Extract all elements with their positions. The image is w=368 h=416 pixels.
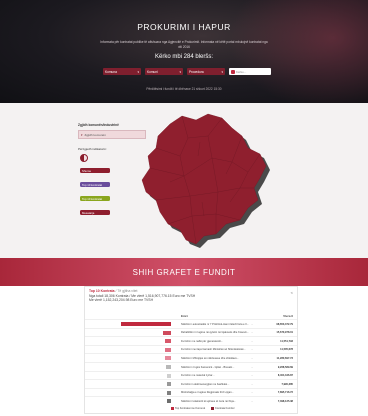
row-name: Mirëmbajtja e rrugëve Regjionale R-6 Lip… xyxy=(181,391,234,395)
row-value: 8,404,346.87 xyxy=(277,374,293,378)
hero-header: PROKURIMI I HAPUR Informata për kontrata… xyxy=(0,0,368,103)
row-value: 11,280,697.73 xyxy=(276,356,293,360)
card-value-line: Me vlerë 1,152,243,204.98 Euro me TVSH xyxy=(89,298,154,303)
row-bar xyxy=(166,373,171,378)
last-updated-text: Përditësimi i fundit i të dhënave 21 shk… xyxy=(146,87,222,91)
page: PROKURIMI I HAPUR Informata për kontrata… xyxy=(0,0,368,416)
filter-procedura-select[interactable]: Procedura ▾ xyxy=(187,68,225,75)
row-bar xyxy=(121,322,171,326)
indicator-button-top10-b[interactable]: Top 10 kontratat xyxy=(80,196,110,201)
row-name: Furnizim me naftë për gjeneratorët... xyxy=(181,339,223,343)
chevron-down-icon[interactable]: ⌄ xyxy=(251,340,253,343)
chevron-down-icon[interactable]: ⌄ xyxy=(251,331,253,334)
row-value: 7,895,716.72 xyxy=(277,391,293,395)
row-bar xyxy=(162,330,171,335)
row-value: 98,653,372.79 xyxy=(276,322,293,326)
top10-contracts-card: Top 10 Kontrata / Të gjitha vitet Nga to… xyxy=(84,286,298,414)
indicator-label: Përzgjedh indikatorin: xyxy=(78,147,107,151)
half-circle-icon xyxy=(80,154,88,162)
filter-komuna-select[interactable]: Komuna ▾ xyxy=(103,68,141,75)
card-title[interactable]: Top 10 Kontrata xyxy=(89,289,115,293)
row-value: 9,268,589.69 xyxy=(277,365,293,369)
card-header: Top 10 Kontrata / Të gjitha vitet Nga to… xyxy=(89,289,196,303)
row-name: Furnizim me material zyrtar... xyxy=(181,374,215,378)
row-name: Furnizimi i elektroenergjisë me bashkësi… xyxy=(181,382,230,386)
row-value: 7,990,385 xyxy=(281,382,293,386)
row-name: Ndërtimi i kolektorit të ujërave të zeza… xyxy=(181,399,236,403)
row-name: Ndërtimi i Mbrojtjes së ndërtesave dhe s… xyxy=(181,356,239,360)
chevron-down-icon[interactable]: ⌄ xyxy=(251,366,253,369)
map-section: Zgjidh komunën/industrinë ▾ Zgjidh komun… xyxy=(0,103,368,258)
indicator-button-sum[interactable]: Shuma xyxy=(80,168,110,173)
row-bar xyxy=(164,339,171,344)
filter-bar: Komuna ▾ Komuni ▾ Procedura ▾ Kërko... xyxy=(103,68,271,75)
indicator-button-top10-a[interactable]: Top 10 kontratat xyxy=(80,182,110,187)
chevron-down-icon[interactable]: ⌄ xyxy=(251,323,253,326)
chevron-down-icon[interactable]: ⌄ xyxy=(251,374,253,377)
section-band: SHIH GRAFET E FUNDIT xyxy=(0,258,368,286)
chevron-down-icon[interactable]: ⌄ xyxy=(251,348,253,351)
search-icon xyxy=(231,69,235,74)
row-bar xyxy=(165,356,171,361)
row-name: Furnizimi me ilaçe barnash Ministrisë së… xyxy=(181,348,246,352)
chevron-down-icon[interactable]: ⌄ xyxy=(251,357,253,360)
row-bar xyxy=(166,365,171,369)
chevron-down-icon[interactable]: ⌄ xyxy=(251,400,253,403)
column-header-name: Emri xyxy=(181,314,188,318)
chevron-down-icon: ▾ xyxy=(137,69,139,74)
row-bar xyxy=(167,382,171,387)
chevron-down-icon: ▾ xyxy=(81,132,83,137)
legend-swatch xyxy=(171,407,174,410)
share-icon[interactable]: < xyxy=(291,290,293,295)
row-bar xyxy=(164,347,171,352)
page-title: PROKURIMI I HAPUR xyxy=(137,22,231,32)
search-count-heading: Kërko mbi 284 bleršs: xyxy=(154,54,214,60)
chart-legend: Top Kontratat me Komunë Kontrata Furnito… xyxy=(171,407,235,410)
map-municipalities[interactable] xyxy=(141,113,267,245)
table-row[interactable]: Ndërtimi i kolektorit të ujërave të zeza… xyxy=(85,396,297,406)
legend-swatch xyxy=(211,407,215,410)
municipality-select[interactable]: ▾ Zgjidh komunën xyxy=(78,130,146,139)
chevron-down-icon[interactable]: ⌄ xyxy=(251,383,253,386)
row-bar xyxy=(167,390,171,395)
column-header-value: Vlera € xyxy=(283,314,293,318)
row-name: Ndërtimi i autostradës nr 7 Prishtinë-Ha… xyxy=(181,322,249,326)
kosovo-municipality-map[interactable] xyxy=(140,112,280,252)
row-name: Ndërtimi i rrugës Kamenicë - Gjilan - Br… xyxy=(181,365,235,369)
section-title: SHIH GRAFET E FUNDIT xyxy=(132,268,236,277)
chevron-down-icon: ▾ xyxy=(179,69,181,74)
row-value: 11,505,678 xyxy=(280,348,293,352)
chevron-down-icon[interactable]: ⌄ xyxy=(251,391,253,394)
row-value: 7,398,125.38 xyxy=(277,399,293,403)
row-name: Rehabilitimi i rrugëve në qytetin në Gja… xyxy=(181,331,249,335)
row-value: 11,551,793 xyxy=(280,339,293,343)
hero-subtitle: Informata për kontratat publike të afish… xyxy=(100,40,268,49)
indicator-button-average[interactable]: Mesatarja xyxy=(80,210,110,215)
search-input[interactable]: Kërko... xyxy=(229,68,271,75)
row-bar xyxy=(167,399,171,404)
chevron-down-icon: ▾ xyxy=(221,69,223,74)
filter-komuni-select[interactable]: Komuni ▾ xyxy=(145,68,183,75)
row-value: 15,670,978.01 xyxy=(276,331,293,335)
